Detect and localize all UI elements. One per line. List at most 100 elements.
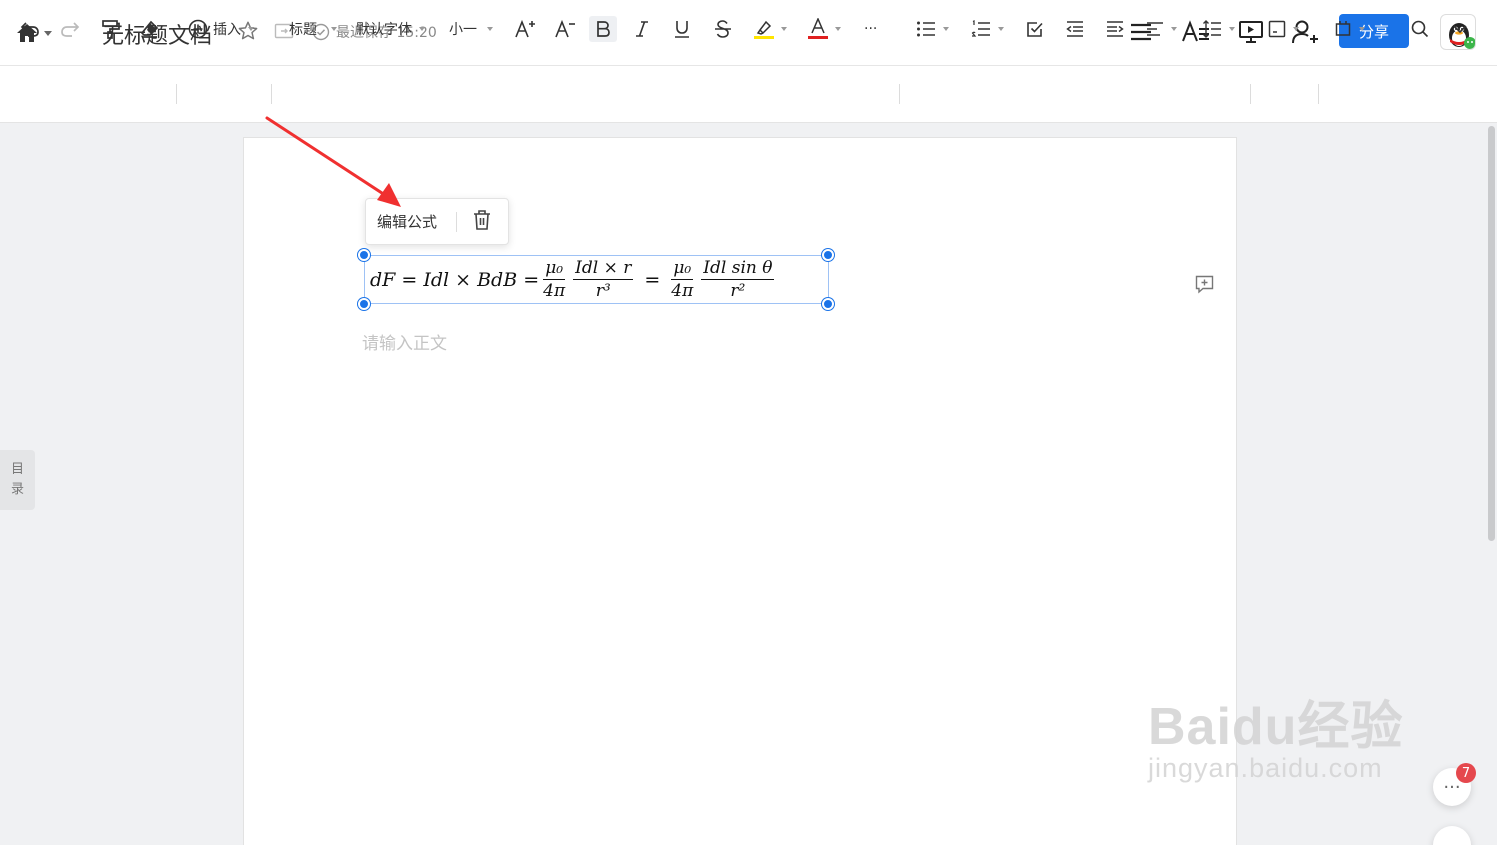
heading-select[interactable]: 标题	[289, 16, 337, 42]
edit-formula-button[interactable]: 编辑公式	[366, 211, 456, 232]
chevron-down-icon	[331, 27, 337, 31]
fraction-denominator: r²	[730, 280, 746, 301]
resize-handle-bottom-right[interactable]	[822, 298, 834, 310]
undo-button[interactable]	[20, 16, 40, 42]
delete-formula-button[interactable]	[472, 209, 492, 235]
floating-action-button[interactable]	[1433, 826, 1471, 845]
bold-icon	[597, 21, 610, 37]
chevron-down-icon	[781, 27, 787, 31]
increase-font-button[interactable]	[514, 16, 536, 42]
italic-icon	[636, 21, 648, 37]
toolbar-divider	[456, 211, 457, 232]
crop-icon	[1335, 21, 1351, 36]
underline-button[interactable]	[674, 16, 690, 42]
numbered-list-button[interactable]	[971, 16, 1004, 42]
body-text-placeholder[interactable]: 请输入正文	[362, 329, 447, 354]
heading-label: 标题	[289, 22, 317, 38]
outdent-button[interactable]	[1066, 16, 1084, 42]
formula-fraction: μ₀ 4π	[543, 257, 566, 301]
numbered-list-icon	[971, 20, 990, 37]
search-button[interactable]	[1411, 16, 1429, 42]
italic-button[interactable]	[635, 16, 649, 42]
chevron-down-icon	[248, 27, 254, 31]
collapse-toolbar-button[interactable]	[1451, 16, 1469, 42]
bullet-list-icon	[917, 21, 935, 37]
font-size-label: 小一	[449, 22, 477, 38]
chevron-down-icon	[419, 27, 425, 31]
indent-button[interactable]	[1106, 16, 1124, 42]
insert-label: 插入	[213, 22, 241, 38]
formula-context-toolbar: 编辑公式	[365, 198, 509, 245]
fraction-numerator: μ₀	[671, 257, 694, 280]
toc-label: 目	[10, 462, 24, 477]
font-size-select[interactable]: 小一	[449, 16, 493, 42]
formula-fraction: Idl sin θ r²	[701, 257, 775, 301]
resize-handle-top-right[interactable]	[822, 249, 834, 261]
checkbox-icon	[1027, 22, 1043, 37]
outdent-icon	[1066, 21, 1083, 37]
chevron-down-icon	[1293, 27, 1299, 31]
toolbar-divider	[176, 84, 177, 104]
page-layout-button[interactable]	[1268, 16, 1299, 42]
strikethrough-button[interactable]	[714, 16, 732, 42]
watermark-main: Baidu经验	[1148, 698, 1404, 756]
checklist-button[interactable]	[1026, 16, 1044, 42]
line-spacing-button[interactable]	[1202, 16, 1235, 42]
chevron-down-icon	[1229, 27, 1235, 31]
watermark-sub: jingyan.baidu.com	[1148, 753, 1383, 783]
format-painter-button[interactable]	[100, 16, 120, 42]
formula-equals: =	[644, 268, 661, 291]
chevron-down-icon	[998, 27, 1004, 31]
formula-fraction: μ₀ 4π	[671, 257, 694, 301]
toc-label: 录	[10, 482, 24, 497]
redo-icon	[61, 22, 80, 37]
formula-lhs: dF = Idl × BdB =	[370, 268, 540, 291]
align-left-icon	[1147, 22, 1163, 36]
chevron-down-icon	[835, 27, 841, 31]
fraction-numerator: μ₀	[543, 257, 566, 280]
bullet-list-button[interactable]	[916, 16, 949, 42]
resize-handle-top-left[interactable]	[358, 249, 370, 261]
fraction-numerator: Idl sin θ	[701, 257, 775, 280]
resize-handle-bottom-left[interactable]	[358, 298, 370, 310]
decrease-font-button[interactable]	[554, 16, 576, 42]
font-increase-icon	[515, 19, 535, 38]
chevron-down-icon	[487, 27, 493, 31]
chevron-down-icon	[44, 30, 52, 36]
trash-icon	[474, 209, 490, 230]
font-color-icon	[808, 18, 828, 39]
formula-block[interactable]: dF = Idl × BdB = μ₀ 4π Idl × r r³ = μ₀ 4π I…	[364, 255, 829, 304]
strikethrough-icon	[715, 20, 731, 38]
chevron-down-icon	[1359, 27, 1365, 31]
search-icon	[1411, 20, 1429, 38]
redo-button[interactable]	[60, 16, 80, 42]
notification-badge: 7	[1456, 763, 1476, 783]
chevron-down-icon	[1453, 25, 1467, 34]
fraction-denominator: 4π	[543, 280, 566, 301]
undo-icon	[20, 22, 39, 37]
page-icon	[1268, 20, 1286, 38]
table-of-contents-tab[interactable]: 目 录	[0, 450, 35, 510]
chevron-down-icon	[1171, 27, 1177, 31]
clear-format-button[interactable]	[140, 16, 160, 42]
font-family-select[interactable]: 默认字体	[356, 16, 425, 42]
font-color-button[interactable]	[808, 16, 841, 42]
bold-button[interactable]	[589, 16, 617, 42]
align-button[interactable]	[1146, 16, 1177, 42]
plus-circle-icon	[188, 19, 208, 39]
highlighter-icon	[754, 20, 774, 39]
paint-brush-icon	[102, 20, 120, 39]
more-formats-button[interactable]: ···	[864, 16, 877, 42]
toolbar-divider	[1250, 84, 1251, 104]
scrollbar-thumb[interactable]	[1488, 126, 1495, 541]
add-comment-button[interactable]	[1195, 275, 1214, 298]
toolbar-divider	[1318, 84, 1319, 104]
page-size-button[interactable]	[1334, 16, 1365, 42]
eraser-icon	[140, 20, 159, 38]
fraction-denominator: 4π	[671, 280, 694, 301]
presentation-button[interactable]	[1236, 17, 1266, 47]
toolbar-divider	[899, 84, 900, 104]
comment-plus-icon	[1195, 275, 1214, 294]
highlight-color-button[interactable]	[754, 16, 787, 42]
insert-menu[interactable]: 插入	[188, 16, 254, 42]
